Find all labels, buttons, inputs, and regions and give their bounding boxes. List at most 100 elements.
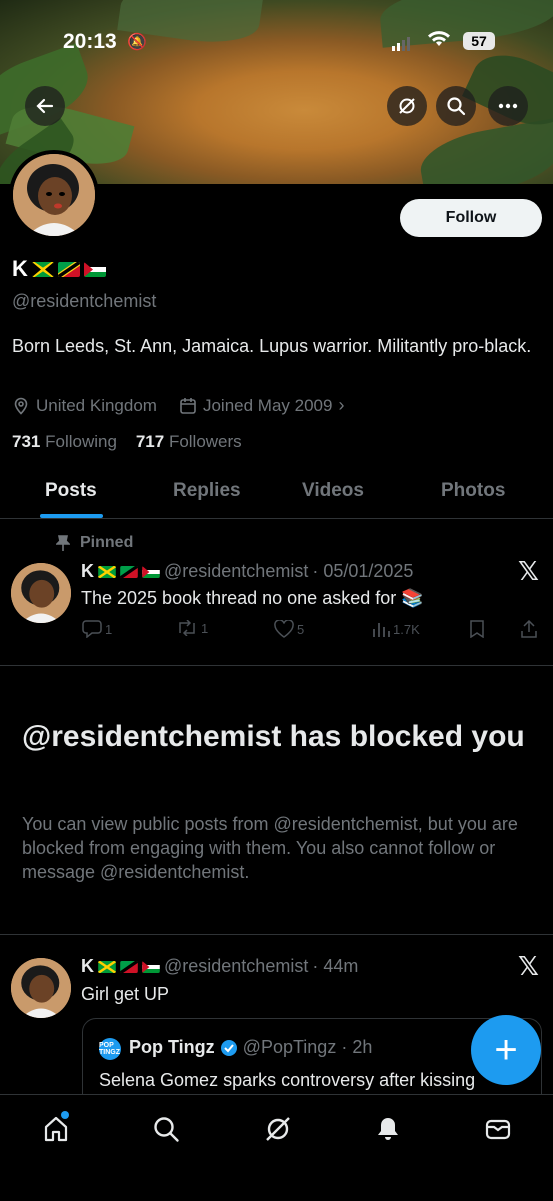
profile-handle: @residentchemist [12, 291, 157, 311]
messages-icon [485, 1119, 511, 1140]
views-icon [373, 623, 390, 637]
repost-icon [179, 620, 195, 636]
map-pin-icon [14, 397, 28, 415]
poptingz-avatar: POP TINGZ [99, 1038, 121, 1060]
display-name-text: K [12, 256, 28, 281]
grok-icon [399, 98, 415, 114]
profile-meta: United Kingdom Joined May 2009 › [12, 395, 344, 416]
search-icon [447, 97, 466, 116]
jamaica-flag-icon [31, 261, 54, 277]
calendar-icon [180, 397, 196, 414]
more-options-button[interactable] [488, 86, 528, 126]
tab-videos[interactable]: Videos [302, 480, 364, 502]
post-handle[interactable]: @residentchemist [164, 956, 308, 977]
palestine-flag-icon [142, 960, 160, 973]
jamaica-flag-icon [98, 565, 116, 578]
bookmark-button[interactable] [469, 620, 485, 638]
notifications-icon [378, 1118, 398, 1140]
display-name: K [12, 256, 106, 282]
tab-photos[interactable]: Photos [441, 480, 505, 502]
post-avatar[interactable] [11, 958, 71, 1018]
location-text: United Kingdom [36, 395, 157, 415]
nav-messages[interactable] [482, 1113, 514, 1145]
post-avatar[interactable] [11, 563, 71, 623]
home-icon [44, 1116, 68, 1142]
like-button[interactable]: 5 [274, 620, 304, 638]
active-tab-indicator [40, 514, 103, 518]
post-handle[interactable]: @residentchemist [164, 561, 308, 582]
quoted-handle: @PopTingz [242, 1037, 337, 1057]
reply-icon [82, 620, 102, 638]
search-icon [154, 1117, 179, 1142]
tab-replies[interactable]: Replies [173, 480, 241, 502]
pinned-post-text[interactable]: The 2025 book thread no one asked for 📚 [81, 588, 424, 609]
saint-kitts-flag-icon [120, 960, 138, 973]
verified-badge-icon [220, 1039, 237, 1056]
palestine-flag-icon [142, 565, 160, 578]
divider [0, 665, 553, 666]
compose-button[interactable]: + [471, 1015, 541, 1085]
bottom-navigation [0, 1094, 553, 1201]
avatar-illustration [11, 958, 71, 1018]
bookmark-icon [470, 620, 484, 638]
avatar-illustration [13, 154, 95, 236]
grok-button[interactable] [387, 86, 427, 126]
pinned-indicator: Pinned [56, 534, 133, 552]
pin-icon [56, 535, 70, 551]
status-bar: 20:13 🔕 57 [0, 0, 553, 53]
follow-counts: 731 Following 717 Followers [12, 432, 242, 452]
post-date: · 05/01/2025 [312, 561, 414, 581]
quoted-time: · 2h [341, 1037, 373, 1057]
share-icon [521, 620, 537, 638]
silent-mode-icon: 🔕 [127, 34, 147, 51]
divider [0, 934, 553, 935]
share-button[interactable] [520, 620, 538, 638]
nav-home[interactable] [40, 1111, 72, 1145]
post-time: · 44m [312, 956, 359, 976]
quoted-post-header: Pop Tingz @PopTingz · 2h [129, 1037, 372, 1058]
reply-button[interactable]: 1 [82, 620, 112, 638]
back-button[interactable] [25, 86, 65, 126]
wifi-icon [428, 31, 450, 46]
search-button[interactable] [436, 86, 476, 126]
like-icon [274, 620, 294, 638]
saint-kitts-flag-icon [120, 565, 138, 578]
x-logo-icon: 𝕏 [518, 951, 539, 981]
home-notification-dot [61, 1111, 69, 1119]
pinned-post-header: K @residentchemist · 05/01/2025 [81, 561, 413, 582]
post-text[interactable]: Girl get UP [81, 984, 169, 1005]
repost-button[interactable]: 1 [176, 620, 208, 636]
jamaica-flag-icon [98, 960, 116, 973]
profile-bio: Born Leeds, St. Ann, Jamaica. Lupus warr… [12, 336, 532, 356]
post-author[interactable]: K [81, 561, 94, 582]
views-button[interactable]: 1.7K [372, 620, 420, 638]
more-icon [498, 103, 518, 109]
post-header: K @residentchemist · 44m [81, 956, 358, 977]
back-arrow-icon [36, 98, 54, 114]
post-author[interactable]: K [81, 956, 94, 977]
nav-search[interactable] [150, 1113, 182, 1145]
followers-link[interactable]: 717 Followers [136, 432, 242, 451]
books-emoji-icon: 📚 [401, 588, 424, 608]
blocked-title: @residentchemist has blocked you [22, 720, 525, 753]
status-time: 20:13 [63, 30, 117, 53]
following-link[interactable]: 731 Following [12, 432, 117, 451]
avatar-illustration [11, 563, 71, 623]
blocked-message: You can view public posts from @resident… [22, 814, 518, 882]
nav-notifications[interactable] [372, 1113, 404, 1145]
joined-date: Joined May 2009 [202, 395, 333, 415]
profile-avatar[interactable] [9, 150, 99, 240]
palestine-flag-icon [83, 261, 106, 277]
grok-icon [266, 1117, 290, 1141]
tab-posts[interactable]: Posts [45, 480, 97, 502]
nav-grok[interactable] [262, 1113, 294, 1145]
chevron-right-icon[interactable]: › [338, 395, 344, 416]
saint-kitts-flag-icon [57, 261, 80, 277]
profile-tabs: Posts Replies Videos Photos [0, 470, 553, 519]
x-logo-icon: 𝕏 [518, 556, 539, 586]
cellular-signal-icon [392, 37, 410, 51]
pinned-post-actions: 1 1 5 1.7K [0, 620, 553, 642]
battery-indicator: 57 [463, 32, 495, 50]
quoted-author: Pop Tingz [129, 1037, 215, 1057]
follow-button[interactable]: Follow [400, 199, 542, 237]
